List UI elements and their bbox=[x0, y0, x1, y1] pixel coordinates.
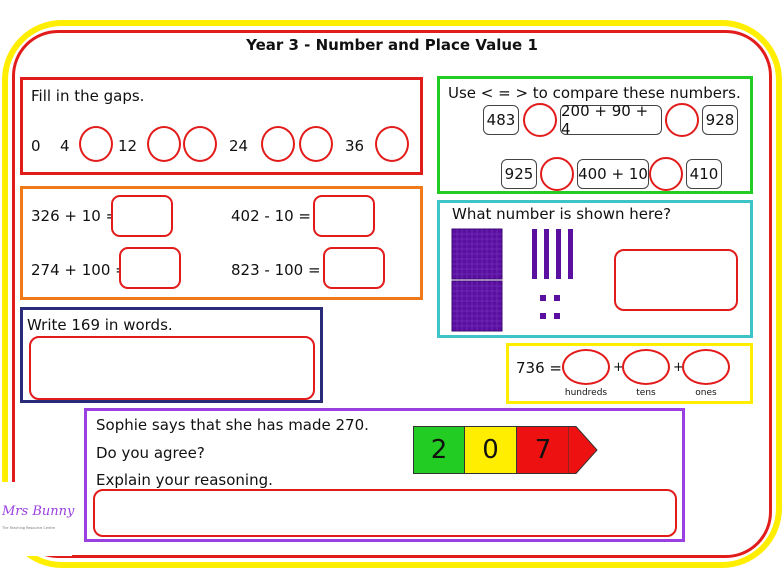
gap-answer-circle[interactable] bbox=[299, 126, 333, 162]
hundreds-circle[interactable] bbox=[562, 349, 610, 385]
compare-value: 400 + 10 bbox=[577, 159, 649, 189]
mrs-bunny-logo: Mrs Bunny The Teaching Resource Centre bbox=[0, 482, 75, 556]
words-instruction: Write 169 in words. bbox=[27, 316, 173, 334]
compare-symbol-circle[interactable] bbox=[665, 103, 699, 137]
compare-panel: Use < = > to compare these numbers. 483 … bbox=[437, 76, 753, 194]
reasoning-answer-box[interactable] bbox=[93, 489, 677, 537]
sophie-line2: Do you agree? bbox=[96, 444, 205, 462]
tens-rod bbox=[544, 229, 549, 279]
sophie-panel: Sophie says that she has made 270. Do yo… bbox=[84, 408, 685, 542]
calc-answer-box[interactable] bbox=[119, 247, 181, 289]
compare-symbol-circle[interactable] bbox=[523, 103, 557, 137]
compare-symbol-circle[interactable] bbox=[649, 157, 683, 191]
calc-answer-box[interactable] bbox=[323, 247, 385, 289]
compare-instruction: Use < = > to compare these numbers. bbox=[448, 84, 741, 102]
digit-card-hundreds: 2 bbox=[413, 426, 465, 474]
digit-card-arrow bbox=[568, 426, 598, 474]
gap-number: 12 bbox=[118, 137, 138, 155]
gaps-panel: Fill in the gaps. 0 4 12 24 36 bbox=[20, 77, 423, 175]
tens-rod bbox=[532, 229, 537, 279]
calc-question: 274 + 100 = bbox=[31, 261, 128, 279]
compare-symbol-circle[interactable] bbox=[540, 157, 574, 191]
words-panel: Write 169 in words. bbox=[20, 307, 323, 403]
ones-cube bbox=[540, 295, 546, 301]
calc-question: 823 - 100 = bbox=[231, 261, 321, 279]
shown-question: What number is shown here? bbox=[452, 205, 672, 223]
ones-cube bbox=[554, 295, 560, 301]
calc-question: 326 + 10 = bbox=[31, 207, 119, 225]
compare-value: 928 bbox=[702, 105, 738, 135]
partition-panel: 736 = + + hundreds tens ones bbox=[506, 343, 753, 404]
digit-card-ones: 7 bbox=[517, 426, 569, 474]
gap-answer-circle[interactable] bbox=[183, 126, 217, 162]
gap-number: 0 bbox=[31, 137, 41, 155]
calc-answer-box[interactable] bbox=[313, 195, 375, 237]
shown-answer-box[interactable] bbox=[614, 249, 738, 311]
digit-cards: 2 0 7 bbox=[413, 426, 599, 474]
ones-cube bbox=[540, 313, 546, 319]
gap-answer-circle[interactable] bbox=[375, 126, 409, 162]
sophie-line3: Explain your reasoning. bbox=[96, 471, 273, 489]
compare-value: 410 bbox=[686, 159, 722, 189]
compare-value: 483 bbox=[483, 105, 519, 135]
tens-circle[interactable] bbox=[622, 349, 670, 385]
gap-answer-circle[interactable] bbox=[79, 126, 113, 162]
base-ten-blocks bbox=[451, 228, 573, 332]
digit-card-tens: 0 bbox=[465, 426, 517, 474]
gap-answer-circle[interactable] bbox=[147, 126, 181, 162]
hundreds-label: hundreds bbox=[564, 388, 608, 398]
gaps-instruction: Fill in the gaps. bbox=[31, 87, 145, 105]
worksheet-title: Year 3 - Number and Place Value 1 bbox=[246, 36, 538, 54]
ones-circle[interactable] bbox=[682, 349, 730, 385]
shown-panel: What number is shown here? bbox=[437, 200, 753, 338]
gap-number: 4 bbox=[60, 137, 70, 155]
calc-panel: 326 + 10 = 402 - 10 = 274 + 100 = 823 - … bbox=[20, 186, 423, 300]
tens-rod bbox=[556, 229, 561, 279]
compare-value: 925 bbox=[501, 159, 537, 189]
tens-rod bbox=[568, 229, 573, 279]
logo-tagline: The Teaching Resource Centre bbox=[2, 526, 55, 530]
words-answer-box[interactable] bbox=[29, 336, 315, 400]
gap-number: 24 bbox=[229, 137, 249, 155]
ones-cube bbox=[554, 313, 560, 319]
logo-name: Mrs Bunny bbox=[2, 504, 75, 519]
partition-lead: 736 = bbox=[516, 359, 562, 377]
compare-value: 200 + 90 + 4 bbox=[560, 102, 662, 138]
calc-question: 402 - 10 = bbox=[231, 207, 312, 225]
ones-label: ones bbox=[695, 388, 717, 398]
calc-answer-box[interactable] bbox=[111, 195, 173, 237]
tens-label: tens bbox=[636, 388, 656, 398]
gap-answer-circle[interactable] bbox=[261, 126, 295, 162]
gap-number: 36 bbox=[345, 137, 365, 155]
sophie-line1: Sophie says that she has made 270. bbox=[96, 416, 369, 434]
